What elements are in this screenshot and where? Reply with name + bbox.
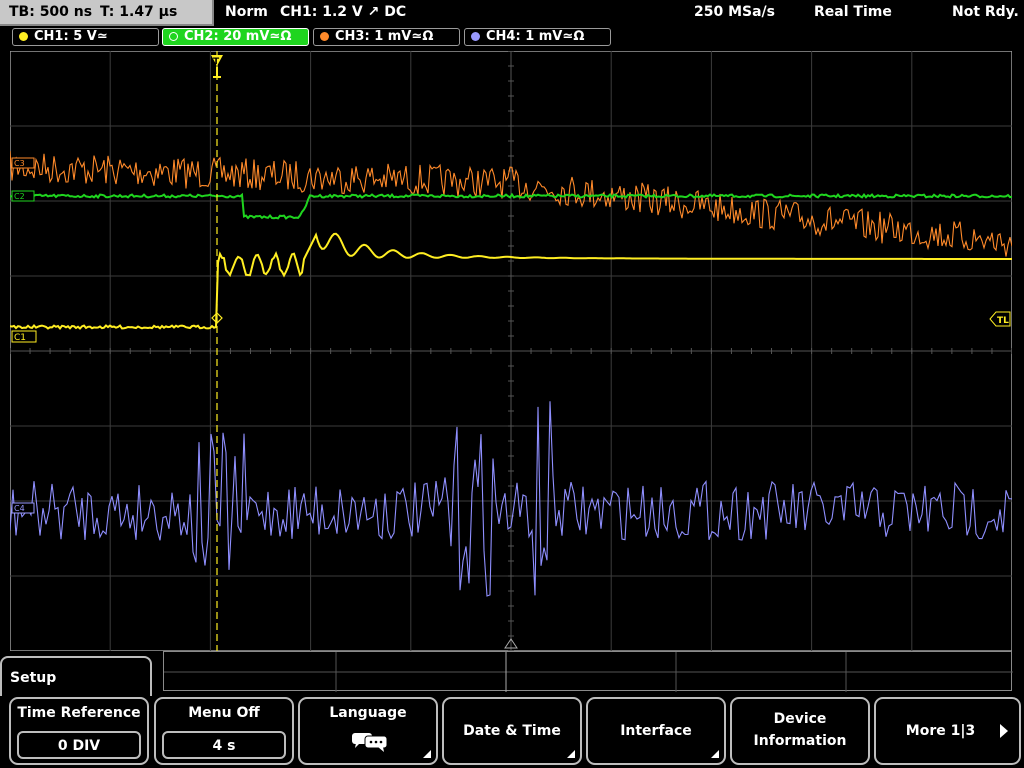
acquisition-status-label: Not Rdy. (952, 4, 1019, 20)
softkey-label: Menu Off (188, 705, 260, 721)
ch2-ground-marker-icon[interactable]: C2 (11, 190, 35, 202)
waveform-display[interactable]: T C3 C2 C1 C4 TL (10, 51, 1012, 651)
speech-bubble-icon (352, 733, 388, 752)
sample-rate-label: 250 MSa/s (694, 4, 776, 20)
info-strip (163, 651, 1013, 692)
language-softkey[interactable]: Language (298, 697, 438, 765)
menu-off-value: 4 s (162, 731, 286, 759)
device-information-softkey[interactable]: Device Information (730, 697, 870, 765)
timebase-label: TB: 500 ns (9, 4, 93, 20)
ch1-color-dot-icon (19, 32, 28, 41)
channel-label: CH1: 5 V≃ (34, 29, 108, 44)
trigger-time-label: T: 1.47 µs (100, 4, 178, 20)
ch2-color-dot-icon (169, 32, 178, 41)
ch4-ground-marker-icon[interactable]: C4 (11, 502, 35, 514)
softkey-label: More 1|3 (905, 723, 976, 739)
channel-button-ch2[interactable]: CH2: 20 mV≃Ω (162, 28, 309, 46)
trigger-mode-label[interactable]: Norm (225, 4, 268, 20)
channel-button-ch4[interactable]: CH4: 1 mV≃Ω (464, 28, 611, 46)
right-arrow-icon (1000, 724, 1008, 738)
ch2-marker-label: C2 (14, 192, 25, 201)
ch1-marker-label: C1 (14, 333, 26, 343)
ch3-ground-marker-icon[interactable]: C3 (11, 157, 35, 169)
ch3-color-dot-icon (320, 32, 329, 41)
trigger-marker-label: T (213, 57, 220, 67)
submenu-corner-icon (567, 750, 575, 758)
timebase-box[interactable]: TB: 500 ns T: 1.47 µs (0, 0, 214, 26)
ch1-ground-marker-icon[interactable]: C1 (11, 330, 37, 343)
trigger-source-label[interactable]: CH1: 1.2 V ↗ DC (280, 4, 406, 20)
channel-label: CH2: 20 mV≃Ω (184, 29, 292, 44)
ch4-marker-label: C4 (14, 504, 25, 513)
ch4-color-dot-icon (471, 32, 480, 41)
more-softkey[interactable]: More 1|3 (874, 697, 1021, 765)
date-time-softkey[interactable]: Date & Time (442, 697, 582, 765)
acquisition-mode-label: Real Time (814, 4, 892, 20)
softkey-label: Language (329, 705, 407, 721)
channel-button-ch1[interactable]: CH1: 5 V≃ (12, 28, 159, 46)
channel-label: CH3: 1 mV≃Ω (335, 29, 434, 44)
channel-button-ch3[interactable]: CH3: 1 mV≃Ω (313, 28, 460, 46)
menu-off-softkey[interactable]: Menu Off 4 s (154, 697, 294, 765)
softkey-label: Time Reference (17, 705, 141, 721)
ch3-marker-label: C3 (14, 159, 25, 168)
submenu-corner-icon (423, 750, 431, 758)
menu-title-tab: Setup (0, 656, 152, 696)
interface-softkey[interactable]: Interface (586, 697, 726, 765)
time-reference-value: 0 DIV (17, 731, 141, 759)
trigger-level-label: TL (997, 316, 1009, 326)
softkey-label-line1: Device (773, 711, 827, 727)
status-bar: TB: 500 ns T: 1.47 µs Norm CH1: 1.2 V ↗ … (0, 0, 1024, 26)
menu-title: Setup (10, 670, 57, 686)
softkey-label: Interface (620, 723, 692, 739)
time-reference-softkey[interactable]: Time Reference 0 DIV (9, 697, 149, 765)
softkey-label: Date & Time (463, 723, 561, 739)
channel-label: CH4: 1 mV≃Ω (486, 29, 585, 44)
submenu-corner-icon (711, 750, 719, 758)
softkey-label-line2: Information (753, 733, 847, 749)
